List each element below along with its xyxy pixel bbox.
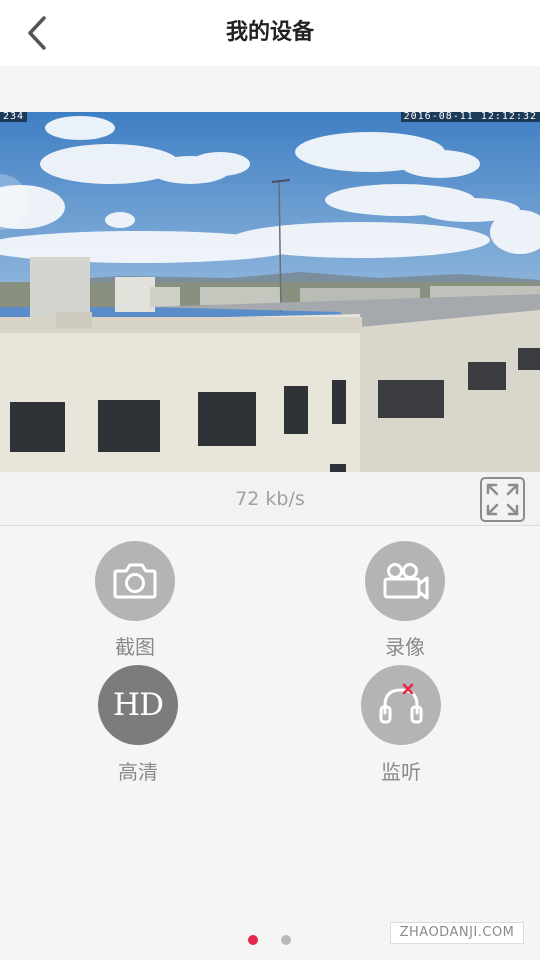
screenshot-label: 截图 <box>115 635 155 659</box>
listen-button[interactable] <box>361 665 441 745</box>
video-camera-icon <box>383 563 429 600</box>
live-video-view[interactable]: 234 2016-08-11 12:12:32 <box>0 112 540 472</box>
record-label: 录像 <box>385 635 425 659</box>
page-indicator-1[interactable] <box>248 935 258 945</box>
camera-icon <box>113 563 157 599</box>
watermark: ZHAODANJI.COM <box>390 922 524 944</box>
fullscreen-button[interactable] <box>480 477 525 522</box>
page-title: 我的设备 <box>225 20 314 45</box>
listen-label: 监听 <box>381 760 421 784</box>
hd-button[interactable]: HD <box>98 665 178 745</box>
screenshot-button[interactable] <box>95 541 175 621</box>
hd-icon: HD <box>113 687 164 723</box>
osd-timestamp: 2016-08-11 12:12:32 <box>400 112 540 122</box>
headphones-muted-icon <box>379 683 423 724</box>
stream-info-bar: 72 kb/s <box>0 472 540 526</box>
page-indicator-2[interactable] <box>281 935 291 945</box>
osd-channel: 234 <box>0 112 28 122</box>
hd-label: 高清 <box>118 760 158 784</box>
stream-speed: 72 kb/s <box>235 488 305 510</box>
expand-icon <box>486 483 519 516</box>
camera-feed-image <box>0 112 540 472</box>
record-button[interactable] <box>365 541 445 621</box>
title-bar: 我的设备 <box>0 0 540 66</box>
